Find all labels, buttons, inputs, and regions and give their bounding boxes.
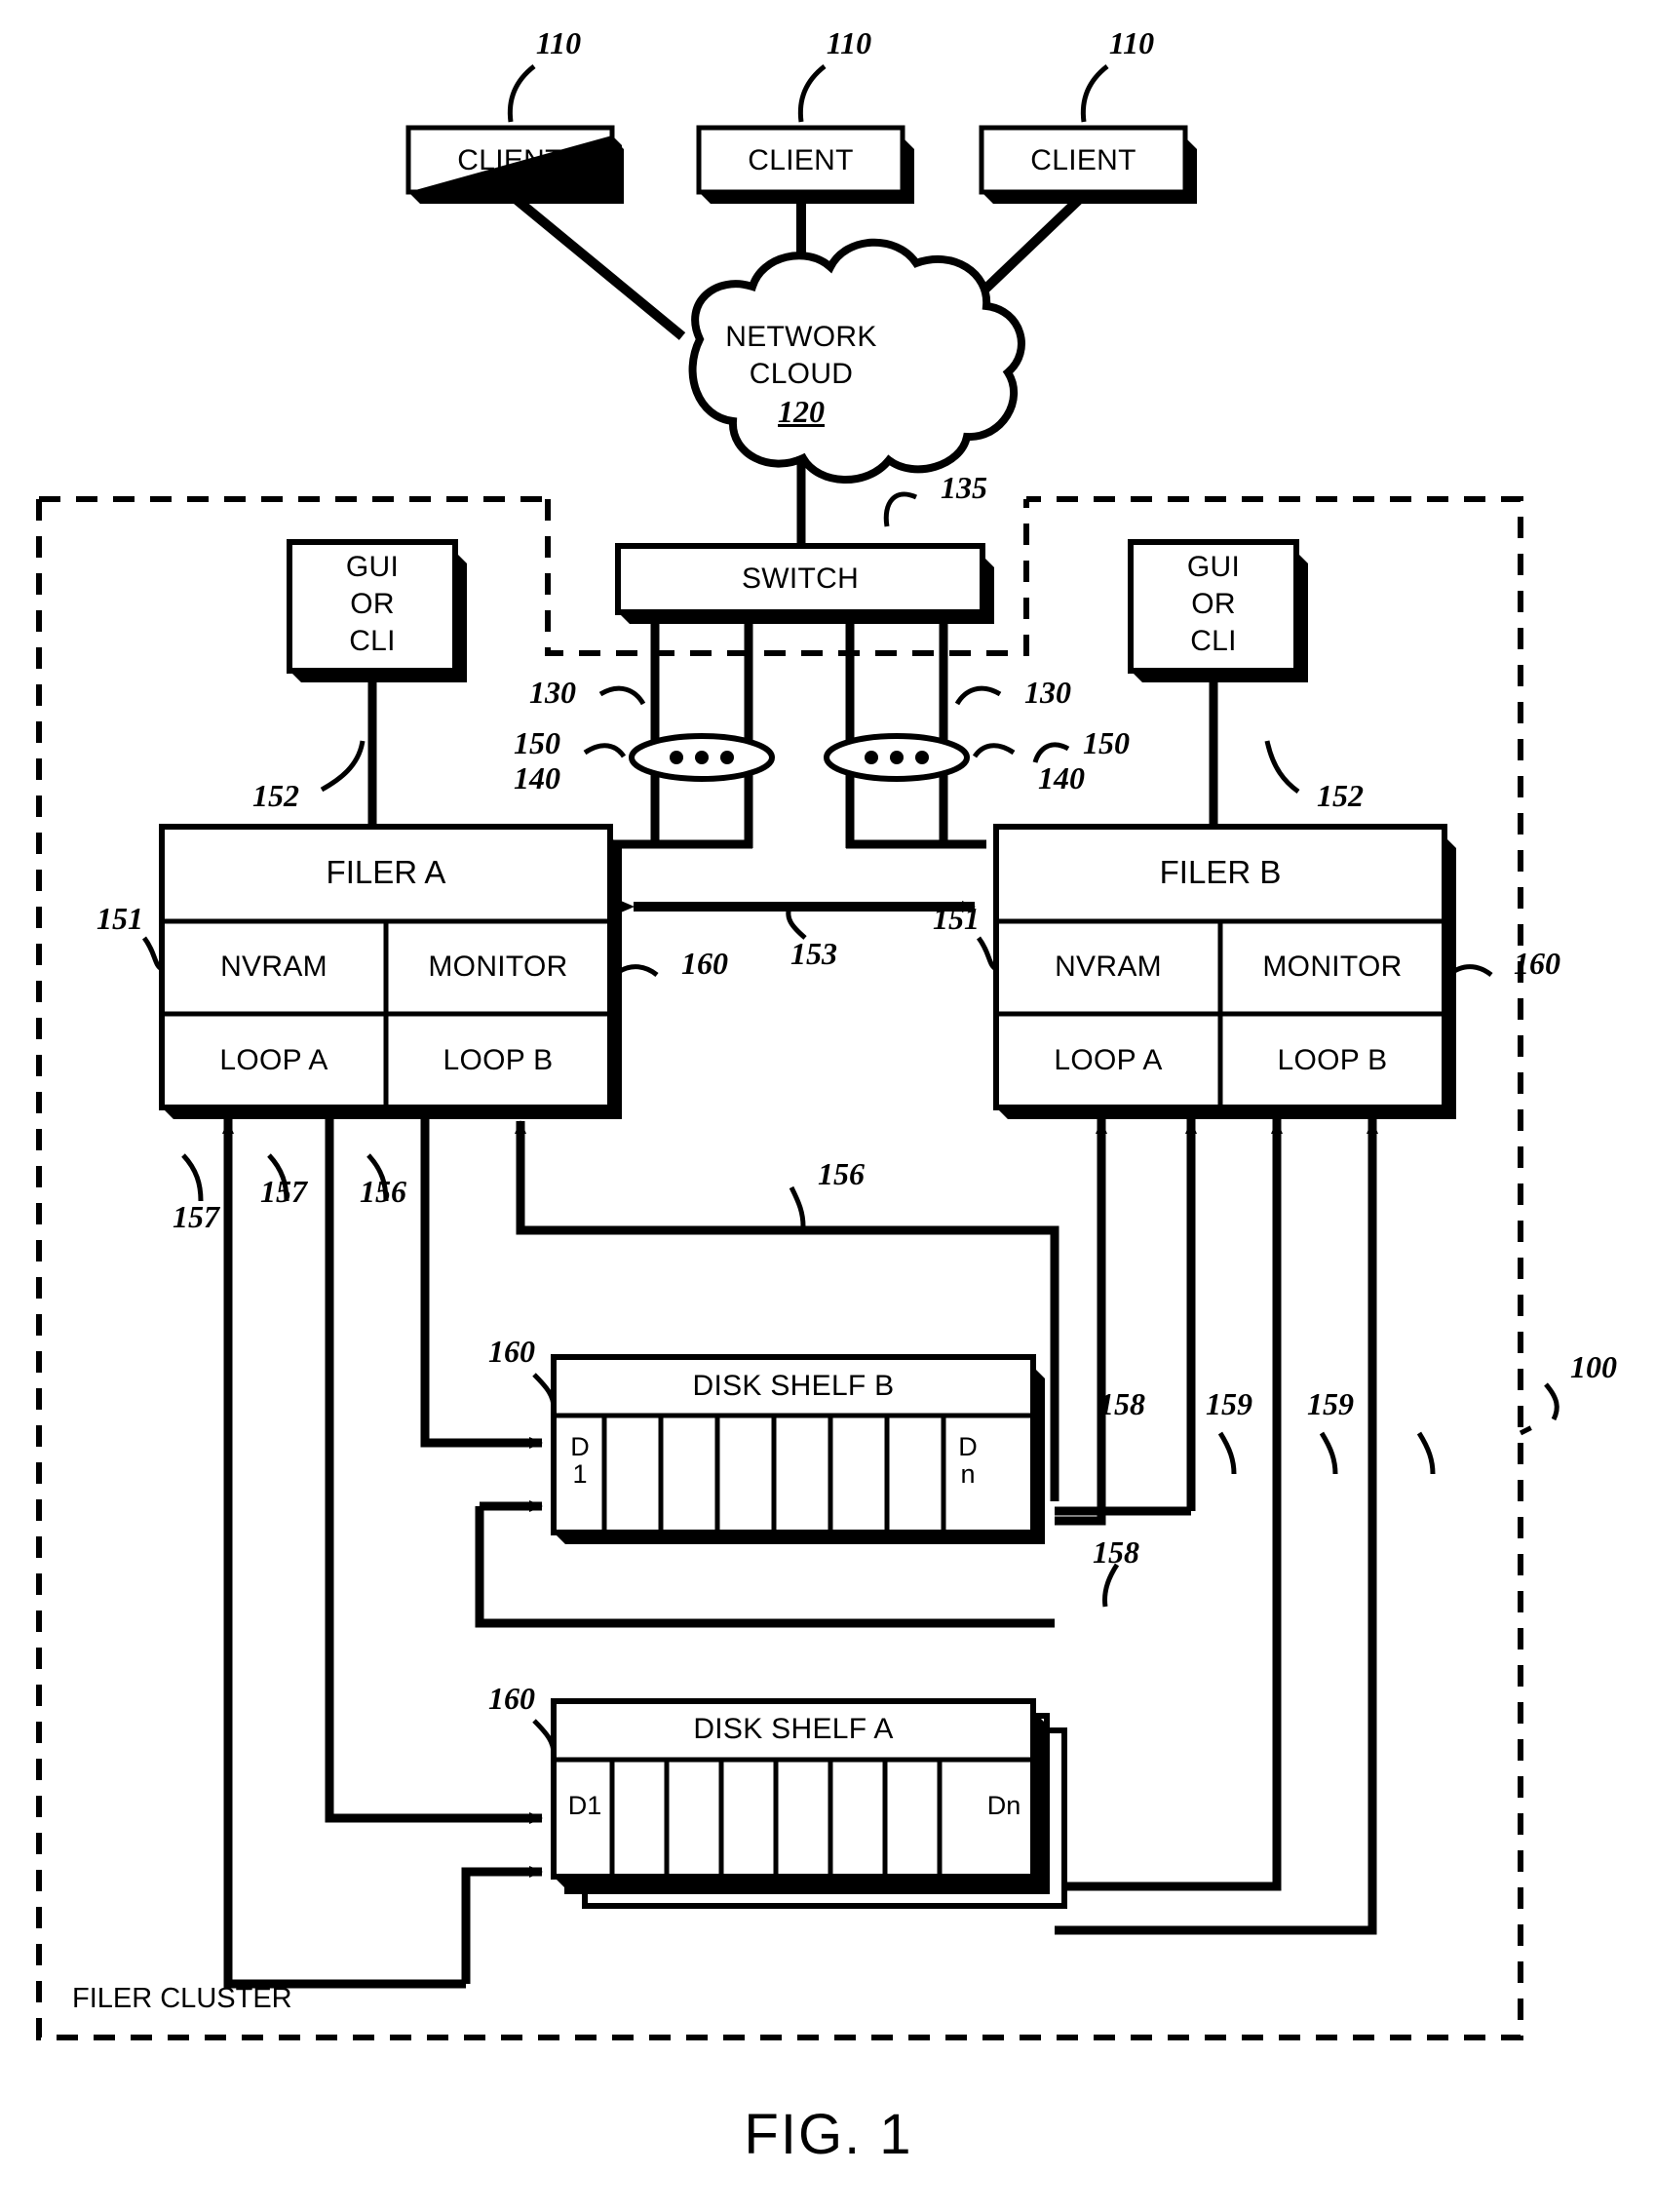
disk-shelf-b-title: DISK SHELF B [692, 1370, 895, 1402]
console-left-line3: CLI [349, 625, 396, 657]
ref-160-monitor-a: 160 [681, 946, 728, 981]
ref-156-lower: 156 [360, 1174, 406, 1209]
ref-152-console-left: 152 [252, 778, 299, 813]
console-left-line2: OR [350, 588, 395, 620]
client-box-label-1: CLIENT [457, 144, 563, 176]
filer-b-loop-a: LOOP A [1054, 1044, 1163, 1076]
client-box-label-2: CLIENT [748, 144, 854, 176]
ref-140-right: 140 [1038, 760, 1085, 796]
filer-b-title: FILER B [1159, 854, 1282, 890]
disk-shelf-a-last-disk: Dn [986, 1791, 1021, 1820]
disk-shelf-b-last-disk: Dn [958, 1432, 978, 1490]
ref-130-right: 130 [1024, 675, 1071, 710]
ref-159-right: 159 [1307, 1386, 1354, 1421]
filer-b-loop-b: LOOP B [1277, 1044, 1388, 1076]
filer-a-loop-a: LOOP A [219, 1044, 328, 1076]
filer-a-monitor: MONITOR [428, 951, 568, 983]
disk-shelf-a-first-disk: D1 [567, 1791, 602, 1820]
ref-157-right: 157 [260, 1174, 307, 1209]
client-box-label-3: CLIENT [1030, 144, 1136, 176]
ref-158-upper: 158 [1098, 1386, 1145, 1421]
ref-110-client-2: 110 [826, 25, 872, 60]
ref-151-filer-a: 151 [96, 901, 143, 936]
filer-a-loop-b: LOOP B [443, 1044, 554, 1076]
disk-shelf-b-first-disk: D1 [570, 1432, 590, 1490]
ref-158-lower: 158 [1093, 1534, 1139, 1570]
network-cloud-line1: NETWORK [725, 321, 877, 353]
ref-151-filer-b: 151 [933, 901, 980, 936]
figure-caption: FIG. 1 [744, 2103, 913, 2166]
switch-label: SWITCH [741, 563, 860, 595]
ref-100-cluster: 100 [1570, 1349, 1617, 1384]
filer-b-nvram: NVRAM [1055, 951, 1162, 983]
console-right-line1: GUI [1186, 551, 1241, 583]
ref-156-upper: 156 [818, 1156, 865, 1191]
filer-a-nvram: NVRAM [220, 951, 327, 983]
ref-160-shelf-b: 160 [488, 1334, 535, 1369]
ref-157-left: 157 [173, 1199, 219, 1234]
ref-153-interconnect: 153 [790, 936, 837, 971]
ref-140-left: 140 [514, 760, 560, 796]
network-cloud-line2: CLOUD [749, 358, 854, 390]
ref-152-console-right: 152 [1317, 778, 1364, 813]
ref-135-switch: 135 [941, 470, 987, 505]
disk-shelf-a-title: DISK SHELF A [693, 1713, 894, 1745]
ref-110-client-3: 110 [1108, 25, 1155, 60]
ref-120-network-cloud: 120 [778, 394, 825, 429]
patent-figure: CLIENT 110 CLIENT 110 CLIENT 110 NETWORK… [0, 0, 1656, 2212]
console-left-line1: GUI [345, 551, 400, 583]
ref-110-client-1: 110 [535, 25, 582, 60]
console-right-line3: CLI [1190, 625, 1237, 657]
ref-150-left: 150 [514, 725, 560, 760]
ref-150-right: 150 [1083, 725, 1130, 760]
ref-159-left: 159 [1206, 1386, 1252, 1421]
filer-cluster-label: FILER CLUSTER [72, 1983, 292, 2014]
ref-130-left: 130 [529, 675, 576, 710]
ref-160-shelf-a: 160 [488, 1681, 535, 1716]
filer-a-title: FILER A [326, 854, 446, 890]
filer-b-monitor: MONITOR [1262, 951, 1403, 983]
ref-160-monitor-b: 160 [1514, 946, 1560, 981]
console-right-line2: OR [1191, 588, 1236, 620]
